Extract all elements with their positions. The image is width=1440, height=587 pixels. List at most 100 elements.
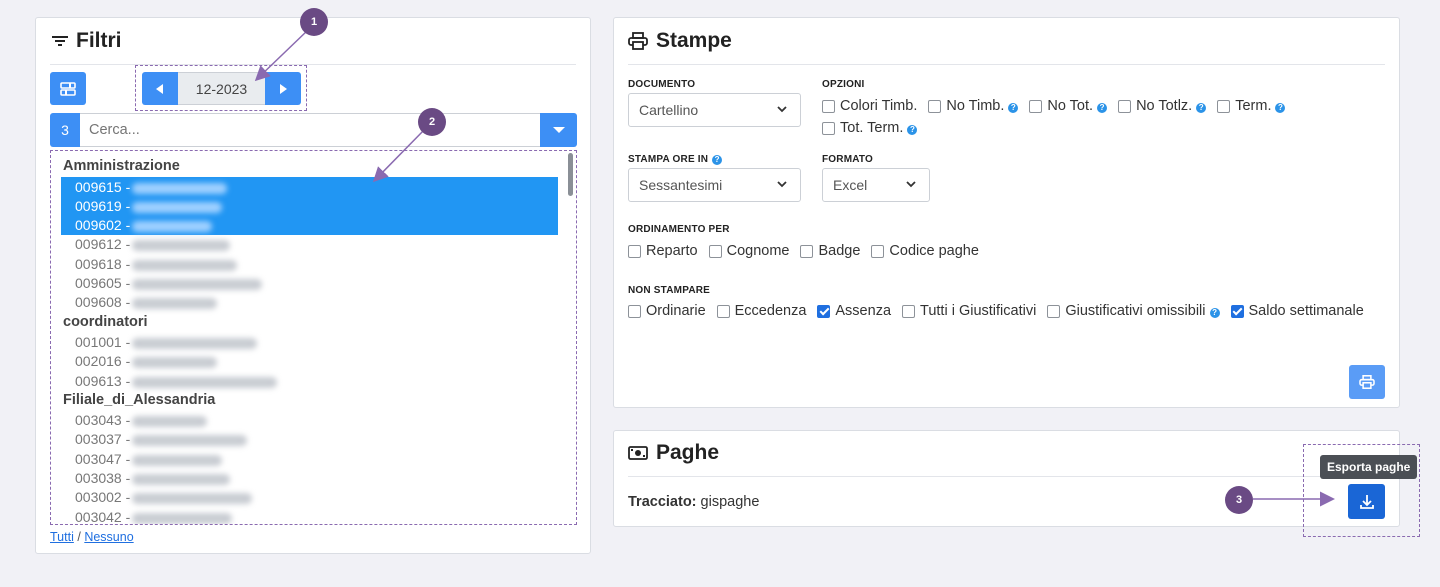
skip-saldo-settimanale[interactable]: Saldo settimanale [1230, 303, 1364, 319]
select-none-link[interactable]: Nessuno [84, 530, 133, 544]
list-item[interactable]: 009619 - [75, 198, 223, 214]
filter-options-button[interactable] [50, 72, 86, 105]
sort-cognome[interactable]: Cognome [708, 243, 789, 259]
skip-ordinarie[interactable]: Ordinarie [628, 303, 706, 319]
tracciato-row: Tracciato: gispaghe [628, 494, 759, 510]
list-item[interactable]: 003047 - [75, 451, 223, 467]
print-button[interactable] [1349, 365, 1385, 399]
non-stampare-label: NON STAMPARE [628, 285, 711, 296]
paghe-divider [628, 476, 1385, 477]
paghe-panel [613, 430, 1400, 527]
checkbox-checked[interactable] [1230, 304, 1244, 318]
skip-tutti-giustificativi[interactable]: Tutti i Giustificativi [902, 303, 1036, 319]
filtri-title: Filtri [76, 29, 122, 52]
redacted-name [132, 201, 223, 213]
export-paghe-button[interactable] [1348, 484, 1385, 519]
list-item[interactable]: 002016 - [75, 353, 218, 369]
annotation-marker-2: 2 [418, 108, 446, 136]
skip-assenza[interactable]: Assenza [817, 303, 891, 319]
redacted-name [132, 182, 228, 194]
checkbox-checked[interactable] [817, 304, 831, 318]
documento-select[interactable]: Cartellino [628, 93, 801, 127]
chevron-down-icon [777, 181, 787, 188]
redacted-name [132, 239, 231, 251]
help-icon[interactable]: ? [1209, 307, 1220, 318]
search-dropdown-button[interactable] [540, 113, 577, 147]
redacted-name [132, 415, 208, 427]
checkbox[interactable] [800, 244, 814, 258]
redacted-name [132, 473, 231, 485]
list-item[interactable]: 003037 - [75, 431, 248, 447]
tracciato-label: Tracciato: [628, 494, 697, 510]
help-icon[interactable]: ? [907, 124, 918, 135]
redacted-name [132, 434, 248, 446]
list-item[interactable]: 009612 - [75, 236, 231, 252]
employee-list[interactable]: Amministrazione 009615 - 009619 - 009602… [50, 150, 577, 525]
opt-tot-term[interactable]: Tot. Term.? [822, 120, 918, 136]
list-item[interactable]: 009605 - [75, 275, 263, 291]
checkbox[interactable] [628, 304, 641, 318]
opt-no-totlz[interactable]: No Totlz.? [1118, 98, 1207, 114]
list-scrollbar[interactable] [568, 153, 573, 196]
redacted-name [132, 492, 253, 504]
redacted-name [132, 337, 258, 349]
help-icon[interactable]: ? [1275, 102, 1286, 113]
formato-select[interactable]: Excel [822, 168, 930, 202]
sort-reparto[interactable]: Reparto [628, 243, 698, 259]
opt-colori-timb[interactable]: Colori Timb. [822, 98, 917, 114]
list-item[interactable]: 003002 - [75, 489, 253, 505]
opt-term[interactable]: Term.? [1217, 98, 1286, 114]
list-item[interactable]: 003038 - [75, 470, 231, 486]
checkbox[interactable] [928, 99, 942, 113]
caret-down-icon [552, 127, 565, 133]
annotation-marker-3: 3 [1225, 486, 1253, 514]
list-item[interactable]: 009618 - [75, 256, 238, 272]
prev-month-button[interactable] [142, 72, 178, 105]
chevron-down-icon [906, 181, 916, 188]
select-all-link[interactable]: Tutti [50, 530, 74, 544]
opt-no-tot[interactable]: No Tot.? [1029, 98, 1108, 114]
list-item[interactable]: 009613 - [75, 373, 278, 389]
checkbox[interactable] [1029, 99, 1043, 113]
checkbox[interactable] [708, 244, 722, 258]
redacted-name [132, 220, 213, 232]
list-item[interactable]: 001001 - [75, 334, 258, 350]
printer-icon [628, 32, 648, 50]
skip-giustificativi-omissibili[interactable]: Giustificativi omissibili? [1047, 303, 1220, 319]
checkbox[interactable] [822, 99, 835, 113]
employee-search-input[interactable] [80, 113, 540, 147]
next-month-button[interactable] [265, 72, 301, 105]
opt-no-timb[interactable]: No Timb.? [928, 98, 1019, 114]
paghe-title: Paghe [656, 441, 720, 464]
selected-count-badge: 3 [50, 113, 80, 147]
checkbox[interactable] [1118, 99, 1132, 113]
checkbox[interactable] [628, 244, 641, 258]
checkbox[interactable] [871, 244, 885, 258]
sort-badge[interactable]: Badge [800, 243, 860, 259]
checkbox[interactable] [716, 304, 730, 318]
list-item[interactable]: 009615 - [75, 179, 228, 195]
sort-codice-paghe[interactable]: Codice paghe [871, 243, 979, 259]
help-icon[interactable]: ? [1196, 102, 1207, 113]
list-item[interactable]: 003042 - [75, 509, 233, 524]
stampa-ore-select[interactable]: Sessantesimi [628, 168, 801, 202]
list-item[interactable]: 009608 - [75, 294, 218, 310]
list-item[interactable]: 003043 - [75, 412, 208, 428]
stampe-header: Stampe [628, 29, 732, 53]
filtri-divider [50, 64, 576, 65]
checkbox[interactable] [822, 121, 835, 135]
skip-eccedenza[interactable]: Eccedenza [716, 303, 806, 319]
help-icon[interactable]: ? [712, 154, 723, 165]
redacted-name [132, 376, 278, 388]
checkbox[interactable] [902, 304, 916, 318]
tracciato-value: gispaghe [700, 494, 760, 510]
opzioni-label: OPZIONI [822, 79, 865, 90]
help-icon[interactable]: ? [1097, 102, 1108, 113]
redacted-name [132, 259, 238, 271]
help-icon[interactable]: ? [1008, 102, 1019, 113]
list-item[interactable]: 009602 - [75, 217, 213, 233]
checkbox[interactable] [1217, 99, 1231, 113]
redacted-name [132, 512, 233, 524]
checkbox[interactable] [1047, 304, 1061, 318]
period-display[interactable]: 12-2023 [178, 72, 265, 105]
